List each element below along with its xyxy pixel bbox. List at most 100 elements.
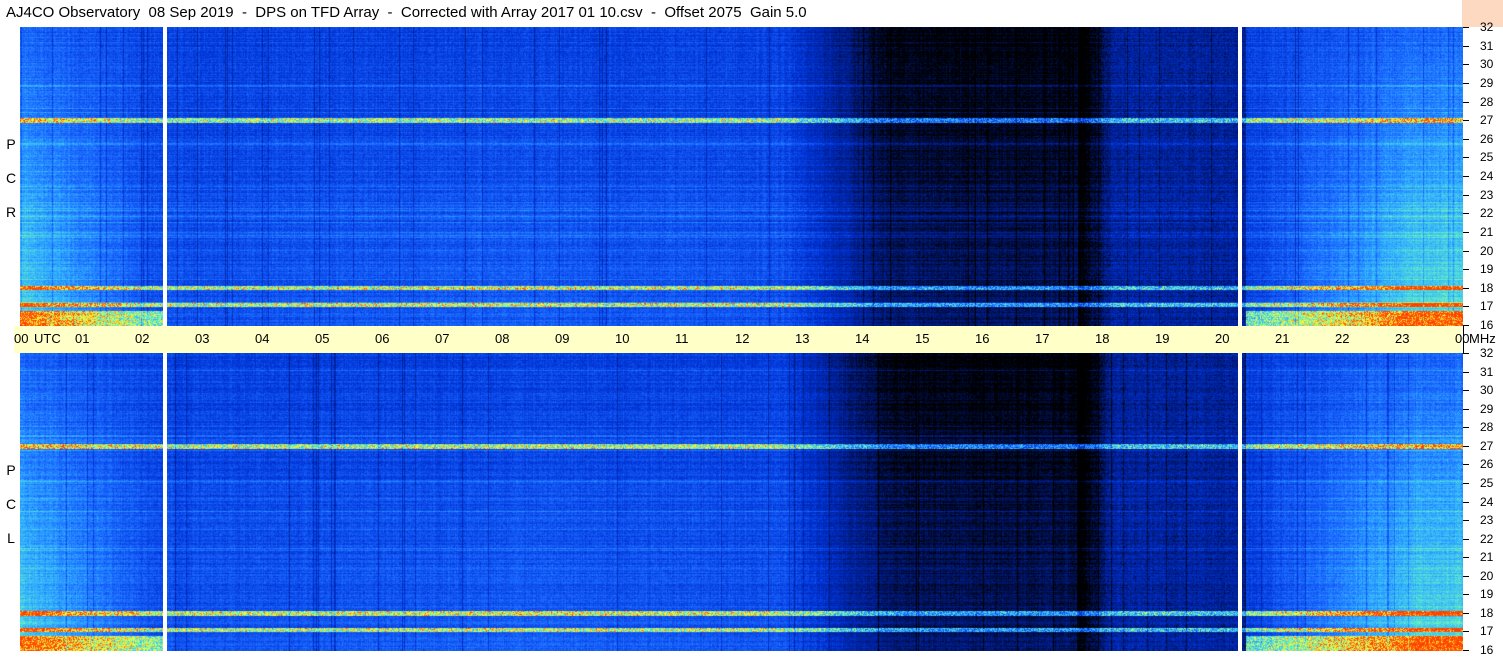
freq-tick (1463, 464, 1469, 465)
freq-tick-label: 32 (1480, 20, 1494, 34)
freq-tick-label: 26 (1480, 132, 1494, 146)
freq-tick-label: 23 (1480, 513, 1494, 527)
time-tick-label: UTC (34, 331, 61, 346)
freq-tick (1463, 390, 1469, 391)
freq-tick-label: 22 (1480, 206, 1494, 220)
time-tick-label: 06 (375, 331, 390, 346)
pol-label-bottom-2: C (5, 496, 17, 512)
time-tick-label: 23 (1395, 331, 1410, 346)
freq-tick (1463, 251, 1469, 252)
time-tick-label: 14 (855, 331, 870, 346)
pol-label-top-1: P (6, 136, 16, 152)
freq-tick-label: 22 (1480, 532, 1494, 546)
freq-tick-label: 20 (1480, 569, 1494, 583)
rcp-spectrogram (20, 27, 1463, 326)
freq-tick (1463, 325, 1469, 326)
freq-tick (1463, 409, 1469, 410)
freq-tick (1463, 631, 1469, 632)
freq-tick-label: 24 (1480, 495, 1494, 509)
freq-tick-label: 19 (1480, 262, 1494, 276)
time-tick-label: 16 (975, 331, 990, 346)
freq-tick-label: 18 (1480, 281, 1494, 295)
time-tick-label: 07 (435, 331, 450, 346)
freq-tick (1463, 306, 1469, 307)
freq-tick (1463, 372, 1469, 373)
freq-tick-label: 31 (1480, 365, 1494, 379)
time-tick-label: 13 (795, 331, 810, 346)
rcp-frequency-axis: 32 31 30 29 28 27 26 25 24 23 22 21 20 19 18 17 16 (1463, 20, 1503, 332)
time-tick-label: 12 (735, 331, 750, 346)
freq-tick-label: 17 (1480, 299, 1494, 313)
freq-tick (1463, 539, 1469, 540)
freq-tick-label: 19 (1480, 587, 1494, 601)
time-axis: 00 UTC 01 02 03 04 05 06 07 08 09 10 11 12 13 14 15 16 17 1… (14, 326, 1496, 353)
time-tick-label: 03 (195, 331, 210, 346)
freq-tick-label: 26 (1480, 457, 1494, 471)
freq-tick-label: 31 (1480, 39, 1494, 53)
freq-tick-label: 30 (1480, 57, 1494, 71)
freq-tick (1463, 613, 1469, 614)
freq-tick-label: 25 (1480, 150, 1494, 164)
time-tick-label: 18 (1095, 331, 1110, 346)
pol-label-bottom-1: P (6, 462, 16, 478)
freq-tick-label: 24 (1480, 169, 1494, 183)
freq-tick-label: 25 (1480, 476, 1494, 490)
lcp-data-gap-1 (163, 353, 167, 651)
freq-tick (1463, 594, 1469, 595)
freq-tick (1463, 27, 1469, 28)
freq-tick (1463, 120, 1469, 121)
pol-label-top-2: C (5, 170, 17, 186)
freq-tick (1463, 557, 1469, 558)
freq-tick-label: 30 (1480, 383, 1494, 397)
time-tick-label: 10 (615, 331, 630, 346)
time-tick-label: 02 (135, 331, 150, 346)
pol-label-top-3: R (5, 204, 17, 220)
time-tick-label: 05 (315, 331, 330, 346)
freq-tick-label: 27 (1480, 113, 1494, 127)
pol-label-bottom-3: L (7, 530, 15, 546)
freq-tick (1463, 269, 1469, 270)
freq-tick-label: 16 (1480, 643, 1494, 657)
freq-tick (1463, 139, 1469, 140)
rcp-heatmap (20, 27, 1463, 326)
freq-tick (1463, 650, 1469, 651)
time-tick-label: 15 (915, 331, 930, 346)
time-tick-label: 09 (555, 331, 570, 346)
freq-tick (1463, 483, 1469, 484)
freq-tick (1463, 576, 1469, 577)
freq-tick (1463, 427, 1469, 428)
freq-tick (1463, 176, 1469, 177)
time-tick-label: 22 (1335, 331, 1350, 346)
freq-tick-label: 21 (1480, 550, 1494, 564)
freq-tick (1463, 502, 1469, 503)
freq-tick (1463, 213, 1469, 214)
freq-tick-label: 21 (1480, 225, 1494, 239)
freq-tick-label: 18 (1480, 606, 1494, 620)
time-tick-label: 01 (75, 331, 90, 346)
freq-tick (1463, 102, 1469, 103)
freq-tick (1463, 64, 1469, 65)
freq-tick-label: 29 (1480, 402, 1494, 416)
rcp-data-gap-2 (1238, 27, 1242, 326)
freq-tick (1463, 446, 1469, 447)
freq-tick (1463, 157, 1469, 158)
time-tick-label: 17 (1035, 331, 1050, 346)
time-tick-label: 08 (495, 331, 510, 346)
time-tick-label: 04 (255, 331, 270, 346)
time-tick-label: MHz (1469, 331, 1496, 346)
freq-tick-label: 28 (1480, 95, 1494, 109)
time-tick-label: 20 (1215, 331, 1230, 346)
freq-tick-label: 23 (1480, 188, 1494, 202)
freq-tick (1463, 232, 1469, 233)
freq-tick-label: 17 (1480, 624, 1494, 638)
freq-tick (1463, 520, 1469, 521)
freq-tick (1463, 353, 1469, 354)
lcp-data-gap-2 (1238, 353, 1242, 651)
lcp-heatmap (20, 353, 1463, 651)
time-tick-label: 21 (1275, 331, 1290, 346)
freq-tick-label: 16 (1480, 318, 1494, 332)
chart-title: AJ4CO Observatory 08 Sep 2019 - DPS on T… (6, 4, 807, 21)
rcp-data-gap-1 (163, 27, 167, 326)
freq-tick-label: 29 (1480, 76, 1494, 90)
time-tick-label: 11 (675, 331, 689, 346)
